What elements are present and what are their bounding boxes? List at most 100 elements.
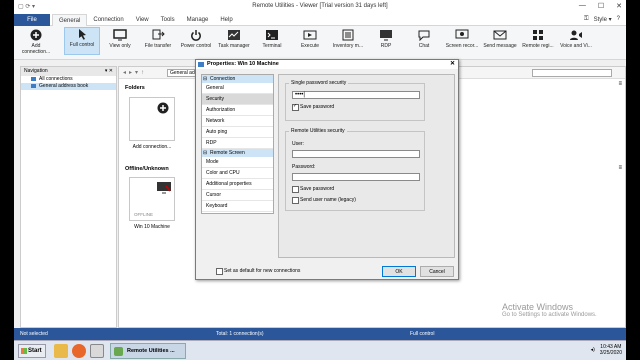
file-menu-button[interactable]: File (14, 14, 50, 26)
inventory-label: Inventory m... (332, 43, 364, 49)
category-auto-ping[interactable]: Auto ping (202, 127, 273, 138)
file-explorer-icon[interactable] (54, 344, 68, 358)
activation-watermark: Activate Windows Go to Settings to activ… (502, 302, 597, 318)
terminal-button[interactable]: Terminal (254, 29, 290, 49)
category-keyboard[interactable]: Keyboard (202, 201, 273, 212)
speaker-icon[interactable]: ◂) (591, 347, 595, 353)
category-color-cpu[interactable]: Color and CPU (202, 168, 273, 179)
terminal-label: Terminal (262, 43, 282, 49)
chat-button[interactable]: Chat (406, 29, 442, 49)
watermark-title: Activate Windows (502, 302, 574, 312)
nav-arrows-icon[interactable]: ◂▸▾↑ (123, 69, 147, 76)
close-icon[interactable]: ✕ (616, 2, 622, 10)
dialog-close-icon[interactable]: ✕ (450, 60, 455, 69)
clock-date: 3/25/2020 (599, 350, 622, 356)
app-icon[interactable] (90, 344, 104, 358)
registry-icon (533, 30, 543, 40)
file-transfer-label: File transfer (144, 43, 172, 49)
group-remote-screen[interactable]: Remote Screen (202, 149, 273, 157)
folders-heading: Folders (125, 85, 145, 91)
category-security[interactable]: Security (202, 94, 273, 105)
user-label: User: (292, 141, 304, 147)
app-screen: ▢ ⟳ ▾ Remote Utilities - Viewer [Trial v… (14, 0, 626, 360)
nav-item-general-address-book[interactable]: General address book (21, 83, 116, 90)
save-password-checkbox[interactable]: Save password (292, 103, 334, 111)
ok-button[interactable]: OK (382, 266, 416, 277)
window-controls: — ☐ ✕ (579, 2, 622, 10)
ru-security-group: Remote Utilities security User: Password… (285, 128, 425, 211)
add-connection-label: Add connection... (21, 43, 51, 55)
navigation-header: Navigation ▾ ✕ (21, 67, 116, 76)
menu-lines-icon[interactable]: ≡ (618, 81, 622, 87)
single-password-field[interactable]: ••••| (292, 91, 420, 99)
chat-label: Chat (418, 43, 430, 49)
search-box[interactable] (532, 69, 612, 77)
execute-button[interactable]: Execute (292, 29, 328, 49)
single-password-legend: Single password security (289, 80, 349, 86)
task-manager-button[interactable]: Task manager (216, 29, 252, 49)
window-title: Remote Utilities - Viewer [Trial version… (252, 3, 388, 9)
add-circle-icon (30, 29, 42, 41)
full-control-button[interactable]: Full control (64, 27, 100, 55)
firefox-icon[interactable] (72, 344, 86, 358)
rdp-label: RDP (380, 43, 392, 49)
task-manager-label: Task manager (218, 43, 250, 49)
send-message-button[interactable]: Send message (482, 29, 518, 49)
voice-video-button[interactable]: Voice and Vi... (558, 29, 594, 49)
view-only-label: View only (109, 43, 131, 49)
monitor-icon (113, 29, 127, 41)
screen-record-icon (455, 29, 469, 39)
clock[interactable]: 10:43 AM 3/25/2020 (600, 344, 622, 356)
power-control-button[interactable]: Power control (178, 29, 214, 49)
help-icon[interactable]: ? (617, 16, 620, 23)
category-network[interactable]: Network (202, 116, 273, 127)
category-additional-properties[interactable]: Additional properties (202, 179, 273, 190)
view-only-button[interactable]: View only (102, 29, 138, 49)
user-field[interactable] (292, 150, 420, 158)
cancel-button[interactable]: Cancel (420, 266, 454, 277)
envelope-icon (493, 30, 507, 40)
password-label: Password: (292, 164, 316, 170)
ribbon-tabs: File General Connection View Tools Manag… (14, 14, 626, 27)
ru-security-legend: Remote Utilities security (289, 128, 347, 134)
category-cursor[interactable]: Cursor (202, 190, 273, 201)
connection-tile-win10[interactable]: OFFLINE (129, 177, 175, 221)
power-control-label: Power control (180, 43, 212, 49)
taskbar-remote-utilities[interactable]: Remote Utilities ... (110, 343, 186, 359)
password-field[interactable] (292, 173, 420, 181)
key-icon[interactable]: ⚿ (584, 16, 589, 23)
file-transfer-icon (152, 29, 165, 40)
pin-close-icon[interactable]: ▾ ✕ (105, 67, 113, 76)
screen-record-button[interactable]: Screen recor... (444, 29, 480, 49)
add-connection-tile[interactable] (129, 97, 175, 141)
menu-lines-icon[interactable]: ≡ (618, 165, 622, 171)
remote-registry-label: Remote regi... (522, 43, 554, 49)
remote-registry-button[interactable]: Remote regi... (520, 29, 556, 49)
rdp-button[interactable]: RDP (368, 29, 404, 49)
monitor-offline-icon (157, 182, 171, 194)
category-general[interactable]: General (202, 83, 273, 94)
group-connection[interactable]: Connection (202, 75, 273, 83)
voice-video-icon (570, 30, 582, 40)
ribbon: Add connection... Full control View only… (14, 26, 626, 60)
maximize-icon[interactable]: ☐ (598, 2, 604, 10)
add-connection-button[interactable]: Add connection... (18, 29, 54, 55)
start-button[interactable]: Start (18, 344, 46, 358)
style-menu[interactable]: Style ▾ (594, 16, 612, 23)
file-transfer-button[interactable]: File transfer (140, 29, 176, 49)
set-default-checkbox[interactable]: Set as default for new connections (216, 268, 300, 275)
save-password-checkbox-2[interactable]: Save password (292, 186, 334, 193)
nav-item-all-connections[interactable]: All connections (21, 76, 116, 83)
category-rdp[interactable]: RDP (202, 138, 273, 149)
execute-icon (303, 30, 317, 40)
offline-heading: Offline/Unknown (125, 166, 169, 172)
inventory-button[interactable]: Inventory m... (330, 29, 366, 49)
category-authorization[interactable]: Authorization (202, 105, 273, 116)
navigation-title: Navigation (24, 68, 48, 74)
properties-dialog: Properties: Win 10 Machine ✕ Connection … (195, 59, 459, 280)
dialog-titlebar: Properties: Win 10 Machine ✕ (196, 60, 458, 69)
send-user-name-checkbox[interactable]: Send user name (legacy) (292, 197, 356, 204)
offline-status: OFFLINE (134, 212, 154, 217)
category-mode[interactable]: Mode (202, 157, 273, 168)
minimize-icon[interactable]: — (579, 2, 586, 10)
